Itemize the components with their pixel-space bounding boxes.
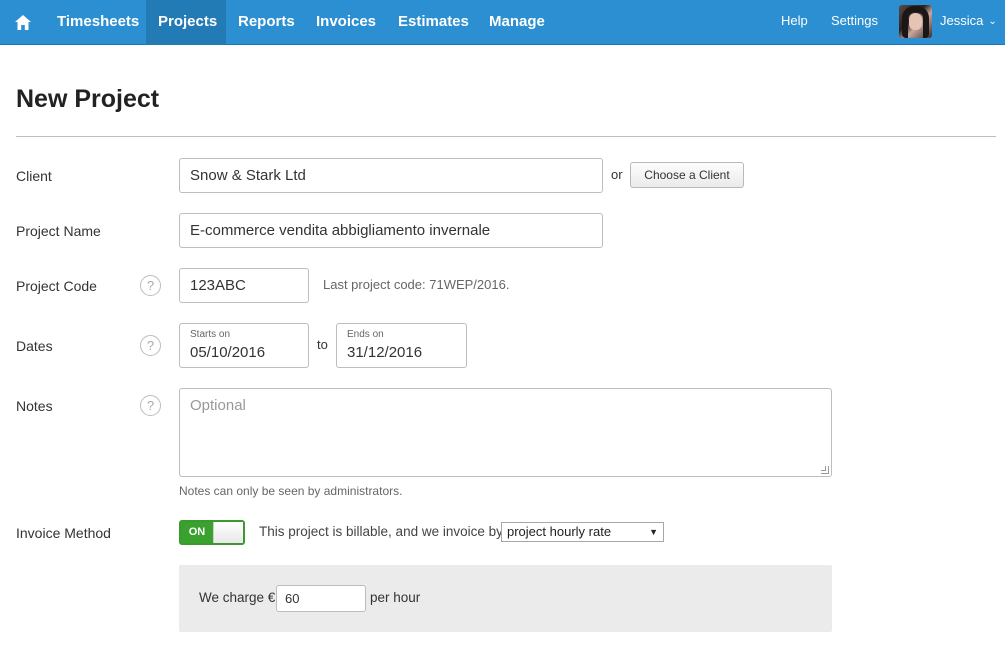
end-date-field[interactable]: Ends on 31/12/2016 bbox=[336, 323, 467, 368]
nav-reports[interactable]: Reports bbox=[226, 0, 307, 45]
or-text: or bbox=[611, 167, 623, 182]
user-menu[interactable]: Jessica ⌄ bbox=[940, 0, 997, 45]
invoice-by-value: project hourly rate bbox=[507, 524, 612, 539]
project-name-input[interactable]: E-commerce vendita abbigliamento inverna… bbox=[179, 213, 603, 248]
toggle-knob bbox=[213, 522, 243, 543]
start-date-caption: Starts on bbox=[190, 329, 231, 340]
billable-text: This project is billable, and we invoice… bbox=[259, 524, 503, 539]
project-code-input[interactable]: 123ABC bbox=[179, 268, 309, 303]
end-date-value: 31/12/2016 bbox=[347, 344, 423, 361]
nav-settings[interactable]: Settings bbox=[831, 0, 878, 45]
invoice-by-select[interactable]: project hourly rate ▼ bbox=[501, 522, 664, 542]
notes-placeholder: Optional bbox=[190, 397, 246, 414]
nav-help[interactable]: Help bbox=[781, 0, 808, 45]
page-title: New Project bbox=[16, 85, 160, 113]
choose-client-button[interactable]: Choose a Client bbox=[630, 162, 744, 188]
project-name-label: Project Name bbox=[16, 223, 101, 239]
resize-handle-icon[interactable] bbox=[821, 466, 829, 474]
hourly-rate-input[interactable]: 60 bbox=[276, 585, 366, 612]
home-icon[interactable] bbox=[0, 0, 45, 45]
last-project-code-hint: Last project code: 71WEP/2016. bbox=[323, 277, 510, 292]
chevron-down-icon: ⌄ bbox=[988, 16, 997, 27]
dropdown-arrow-icon: ▼ bbox=[649, 527, 658, 537]
dates-label: Dates bbox=[16, 338, 53, 354]
dates-help-icon[interactable]: ? bbox=[140, 335, 161, 356]
client-label: Client bbox=[16, 168, 52, 184]
nav-invoices[interactable]: Invoices bbox=[304, 0, 388, 45]
title-divider bbox=[16, 136, 996, 137]
nav-projects[interactable]: Projects bbox=[146, 0, 226, 45]
invoice-method-label: Invoice Method bbox=[16, 525, 111, 541]
charge-suffix: per hour bbox=[370, 590, 421, 605]
notes-label: Notes bbox=[16, 398, 53, 414]
nav-timesheets[interactable]: Timesheets bbox=[45, 0, 151, 45]
start-date-field[interactable]: Starts on 05/10/2016 bbox=[179, 323, 309, 368]
to-text: to bbox=[317, 337, 328, 352]
notes-hint: Notes can only be seen by administrators… bbox=[179, 484, 403, 498]
top-navigation: Timesheets Projects Reports Invoices Est… bbox=[0, 0, 1005, 45]
nav-estimates[interactable]: Estimates bbox=[386, 0, 481, 45]
toggle-on-label: ON bbox=[181, 522, 213, 543]
end-date-caption: Ends on bbox=[347, 329, 384, 340]
notes-textarea[interactable]: Optional bbox=[179, 388, 832, 477]
project-code-label: Project Code bbox=[16, 278, 97, 294]
nav-manage[interactable]: Manage bbox=[477, 0, 557, 45]
project-code-help-icon[interactable]: ? bbox=[140, 275, 161, 296]
billable-toggle[interactable]: ON bbox=[179, 520, 245, 545]
notes-help-icon[interactable]: ? bbox=[140, 395, 161, 416]
avatar[interactable] bbox=[899, 5, 932, 38]
start-date-value: 05/10/2016 bbox=[190, 344, 266, 361]
client-input[interactable]: Snow & Stark Ltd bbox=[179, 158, 603, 193]
charge-prefix: We charge € bbox=[199, 590, 276, 605]
user-name: Jessica bbox=[940, 13, 984, 28]
